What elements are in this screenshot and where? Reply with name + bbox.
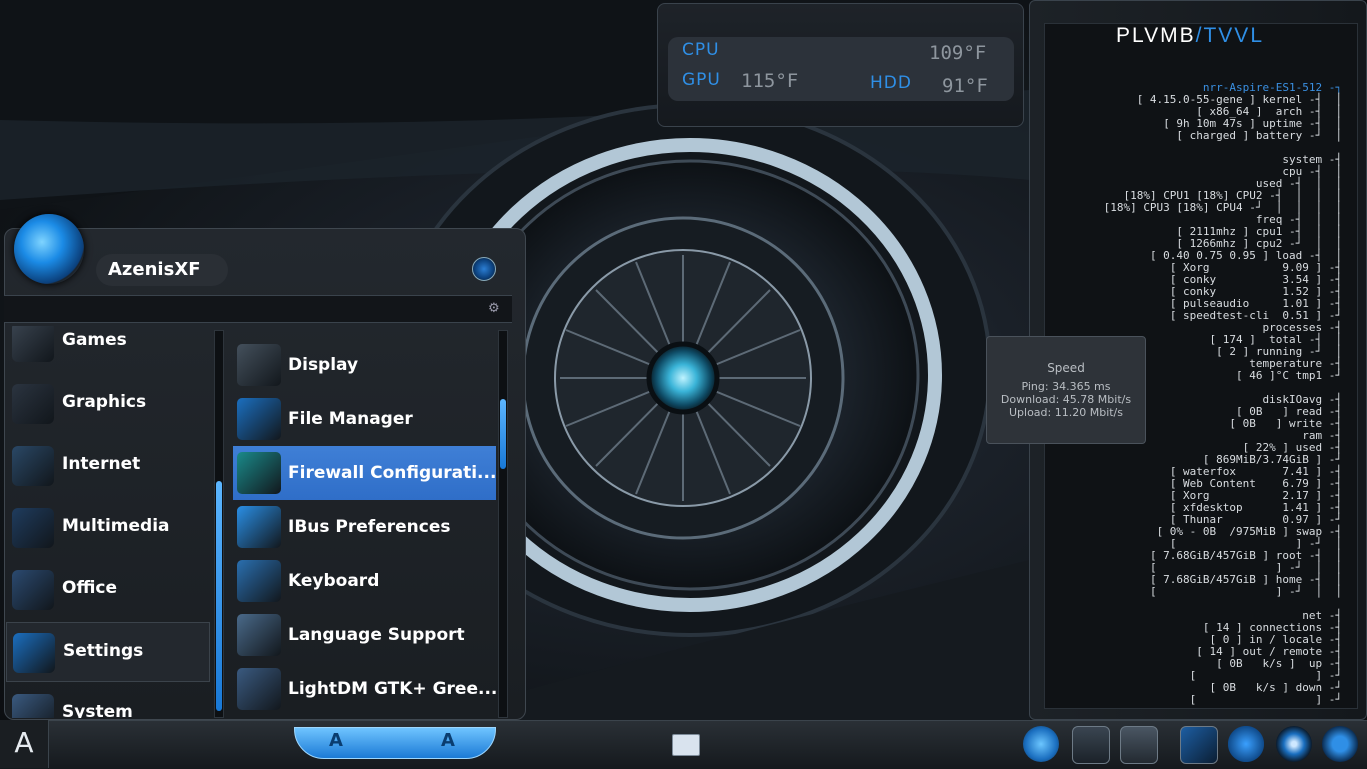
conky-line: [ ] -┘ │ │ [1149, 585, 1342, 598]
category-office[interactable]: Office [6, 560, 210, 620]
app-item[interactable]: IBus Preferences [233, 500, 496, 554]
gpu-temperature: 115°F [741, 70, 799, 92]
download-text: Download: 45.78 Mbit/s [1000, 393, 1132, 406]
hdd-label: HDD [870, 73, 912, 93]
category-label: Multimedia [62, 516, 170, 536]
app-item[interactable]: Keyboard [233, 554, 496, 608]
category-label: Games [62, 330, 127, 350]
category-scroll-thumb[interactable] [216, 481, 222, 711]
gamepad-icon [12, 326, 54, 362]
conky-line: [ 46 ]°C tmp1 -┘ [1236, 369, 1342, 382]
category-internet[interactable]: Internet [6, 436, 210, 496]
app-scrollbar[interactable] [498, 330, 508, 718]
category-label: Graphics [62, 392, 147, 412]
category-multimedia[interactable]: Multimedia [6, 498, 210, 558]
category-settings[interactable]: Settings [6, 622, 210, 682]
search-bar: ⚙ [4, 295, 512, 323]
image-viewer-icon[interactable] [1120, 726, 1158, 764]
app-label: Keyboard [288, 571, 380, 591]
app-item[interactable]: Display [233, 338, 496, 392]
settings-icon [13, 633, 55, 673]
gpu-label: GPU [682, 70, 721, 90]
network-icon [12, 446, 54, 486]
temperature-widget: CPU GPU 115°F 109°F HDD 91°F [657, 3, 1024, 127]
shield-icon[interactable] [1228, 726, 1264, 762]
conky-title-left: PLVMB [1116, 24, 1196, 47]
conky-line: [ ] -┘ [1189, 693, 1342, 706]
conky-title-right: /TVVL [1195, 24, 1264, 47]
category-label: Office [62, 578, 118, 598]
gear-icon [237, 506, 281, 548]
multimedia-icon [12, 508, 54, 548]
launcher-glyph-right: A [441, 730, 455, 751]
keyboard-icon [237, 560, 281, 602]
app-scroll-thumb[interactable] [500, 399, 506, 469]
clock-icon[interactable] [472, 257, 496, 281]
category-system[interactable]: System [6, 684, 210, 718]
category-label: System [62, 702, 133, 718]
search-icon[interactable]: ⚙ [488, 301, 504, 317]
display-icon [237, 344, 281, 386]
category-scrollbar[interactable] [214, 330, 224, 718]
show-desktop-icon[interactable] [672, 734, 700, 756]
system-gear-icon [12, 694, 54, 718]
category-graphics[interactable]: Graphics [6, 374, 210, 434]
app-label: LightDM GTK+ Gree... [288, 679, 496, 699]
lightdm-icon [237, 668, 281, 710]
user-orb-icon[interactable] [14, 214, 84, 284]
power-icon[interactable] [1322, 726, 1358, 762]
category-label: Settings [63, 641, 144, 661]
app-label: Language Support [288, 625, 465, 645]
search-input[interactable] [10, 298, 474, 320]
start-button[interactable]: A [0, 720, 49, 768]
app-label: File Manager [288, 409, 413, 429]
cpu-temperature: 109°F [929, 42, 987, 64]
app-item[interactable]: Firewall Configurati... [233, 446, 496, 500]
firewall-icon [237, 452, 281, 494]
browser-icon[interactable] [1023, 726, 1059, 762]
username-label: AzenisXF [96, 254, 228, 286]
category-list: Games Graphics Internet Multimedia Office Set… [6, 326, 212, 718]
cpu-label: CPU [682, 40, 720, 60]
conky-line: [ charged ] battery -┘ │ [1176, 129, 1342, 142]
app-label: Display [288, 355, 359, 375]
graphics-tablet-icon [12, 384, 54, 424]
folder-icon [237, 398, 281, 440]
conky-title: PLVMB/TVVL [1116, 24, 1264, 48]
hdd-temperature: 91°F [942, 75, 988, 97]
app-item[interactable]: Language Support [233, 608, 496, 662]
audio-icon[interactable] [1276, 726, 1312, 762]
flag-icon [237, 614, 281, 656]
category-label: Internet [62, 454, 141, 474]
launcher-pill[interactable]: A A [294, 727, 496, 759]
app-label: Firewall Configurati... [288, 463, 496, 483]
app-list: Display File Manager Firewall Configurati.… [233, 336, 496, 716]
app-label: IBus Preferences [288, 517, 451, 537]
speedtest-popup: Speed Ping: 34.365 ms Download: 45.78 Mb… [986, 336, 1146, 444]
speed-title: Speed [1047, 361, 1085, 375]
category-games[interactable]: Games [6, 326, 210, 372]
ping-text: Ping: 34.365 ms [1021, 380, 1111, 393]
launcher-glyph-left: A [329, 730, 343, 751]
upload-text: Upload: 11.20 Mbit/s [1008, 406, 1123, 419]
app-item[interactable]: LightDM GTK+ Gree... [233, 662, 496, 716]
webcam-icon[interactable] [1072, 726, 1110, 764]
app-item[interactable]: File Manager [233, 392, 496, 446]
editor-icon[interactable] [1180, 726, 1218, 764]
office-icon [12, 570, 54, 610]
